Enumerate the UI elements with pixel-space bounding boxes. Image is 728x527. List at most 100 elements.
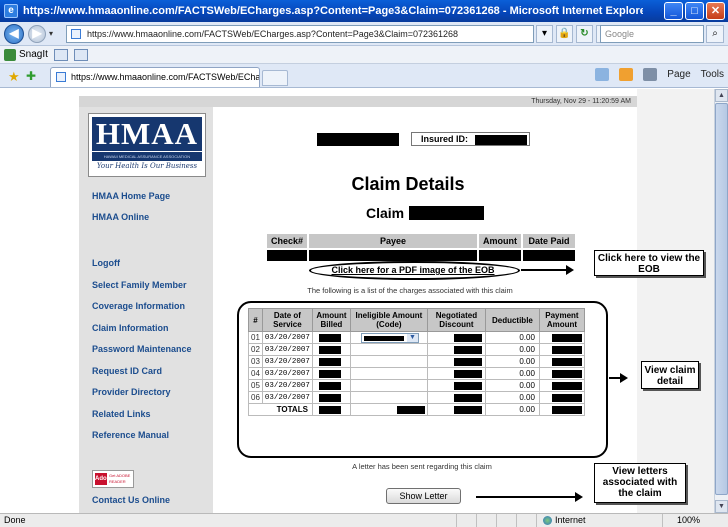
add-favorite-icon[interactable]: ✚ [26,69,36,83]
address-bar[interactable]: https://www.hmaaonline.com/FACTSWeb/ECha… [66,25,534,43]
nav-home[interactable]: HMAA Home Page [92,191,170,201]
ineligible-cell [349,379,428,392]
forward-button[interactable]: ▶ [28,24,46,43]
negotiated-redacted [453,381,482,390]
vertical-scrollbar[interactable]: ▲ ▼ [714,89,728,513]
insured-id-label: Insured ID: [421,134,469,144]
billed-redacted [318,333,341,342]
tab-current[interactable]: https://www.hmaaonline.com/FACTSWeb/ECha… [50,67,260,87]
favorites-star-icon[interactable]: ★ [8,69,20,85]
table-row [267,250,576,261]
feeds-icon[interactable] [619,68,634,81]
editor-icon[interactable] [73,48,88,61]
amount-redacted [479,250,522,261]
payment-total-cell [538,403,585,416]
search-input[interactable]: Google [600,25,704,43]
table-row: 02 03/20/2007 0.00 [248,343,585,356]
row-date: 03/20/2007 [261,391,313,404]
billed-total-redacted [318,405,341,414]
billed-redacted [318,345,341,354]
detail-callout: View claim detail [641,361,699,389]
security-zone[interactable]: Internet [536,514,632,527]
back-button[interactable]: ◀ [4,23,24,44]
negotiated-redacted [453,393,482,402]
date-paid-redacted [523,250,576,261]
show-letter-button[interactable]: Show Letter [386,488,461,504]
billed-cell [311,379,351,392]
payee-redacted [309,250,478,261]
page-menu[interactable]: Page [667,69,690,80]
scroll-thumb[interactable] [715,103,728,495]
payment-redacted [551,393,582,402]
hmaa-logo[interactable]: HMAA HAWAII MEDICAL ASSURANCE ASSOCIATIO… [88,113,206,177]
letters-arrow-head [575,492,583,502]
row-num: 06 [248,391,263,404]
print-icon[interactable] [643,68,658,81]
nav-related[interactable]: Related Links [92,409,151,419]
snagit-label[interactable]: SnagIt [19,49,48,60]
search-icon[interactable]: ⌕ [706,25,724,43]
ineligible-code-select[interactable]: ▼ [360,332,419,343]
address-dropdown-icon[interactable]: ▾ [536,25,553,43]
zone-label: Internet [555,515,586,525]
capture-icon[interactable] [53,48,68,61]
tools-menu[interactable]: Tools [701,69,724,80]
row-deductible: 0.00 [484,367,540,380]
table-row: 04 03/20/2007 0.00 [248,367,585,380]
negotiated-redacted [453,333,482,342]
scroll-down-icon[interactable]: ▼ [715,500,728,513]
lock-icon[interactable]: 🔒 [556,25,573,43]
status-text: Done [4,515,26,525]
refresh-icon[interactable]: ↻ [576,25,593,43]
nav-online[interactable]: HMAA Online [92,212,149,222]
nav-logoff[interactable]: Logoff [92,258,120,268]
row-deductible: 0.00 [484,331,540,344]
minimize-button[interactable]: _ [664,2,683,20]
insured-id-redacted [475,135,527,145]
row-deductible: 0.00 [484,343,540,356]
status-divider [456,514,457,527]
payment-redacted [551,381,582,390]
nav-coverage[interactable]: Coverage Information [92,301,185,311]
new-tab-button[interactable] [262,70,288,86]
page-viewport: Thursday, Nov 29 - 11:20:59 AM HMAA HAWA… [0,89,714,513]
sidebar: HMAA HAWAII MEDICAL ASSURANCE ASSOCIATIO… [79,107,213,513]
nav-reference[interactable]: Reference Manual [92,430,169,440]
tab-bar: ★ ✚ https://www.hmaaonline.com/FACTSWeb/… [0,64,728,88]
col-negotiated: Negotiated Discount [426,308,486,332]
adobe-reader-badge[interactable]: Adobe Get ADOBE READER [92,470,134,488]
maximize-button[interactable]: □ [685,2,704,20]
zoom-control[interactable]: 100% [662,514,726,527]
row-date: 03/20/2007 [261,367,313,380]
letters-arrow [476,496,578,498]
nav-family[interactable]: Select Family Member [92,280,187,290]
negotiated-total-redacted [453,405,482,414]
home-icon[interactable] [595,68,610,81]
billed-redacted [318,357,341,366]
adobe-text: Get ADOBE READER [109,473,131,484]
nav-provider[interactable]: Provider Directory [92,387,171,397]
date-line: Thursday, Nov 29 - 11:20:59 AM [79,96,637,107]
ineligible-cell [349,391,428,404]
col-amount: Amount [479,234,522,248]
payment-redacted [551,357,582,366]
negotiated-redacted [453,345,482,354]
tab-page-icon [56,72,66,82]
payment-cell [538,391,585,404]
charges-table: # Date of Service Amount Billed Ineligib… [248,308,585,416]
nav-claim-info[interactable]: Claim Information [92,323,169,333]
nav-id-card[interactable]: Request ID Card [92,366,162,376]
col-date-paid: Date Paid [523,234,576,248]
payment-total-redacted [551,405,582,414]
table-row: 05 03/20/2007 0.00 [248,379,585,392]
page-icon [71,29,81,39]
nav-contact[interactable]: Contact Us Online [92,495,170,505]
snagit-icon[interactable] [4,48,16,61]
history-dropdown-icon[interactable]: ▾ [49,29,53,38]
close-button[interactable]: ✕ [706,2,725,20]
eob-pdf-link[interactable]: Click here for a PDF image of the EOB [313,265,513,275]
logo-subtitle: HAWAII MEDICAL ASSURANCE ASSOCIATION [92,152,202,161]
scroll-up-icon[interactable]: ▲ [715,89,728,102]
nav-password[interactable]: Password Maintenance [92,344,192,354]
ineligible-cell [349,343,428,356]
